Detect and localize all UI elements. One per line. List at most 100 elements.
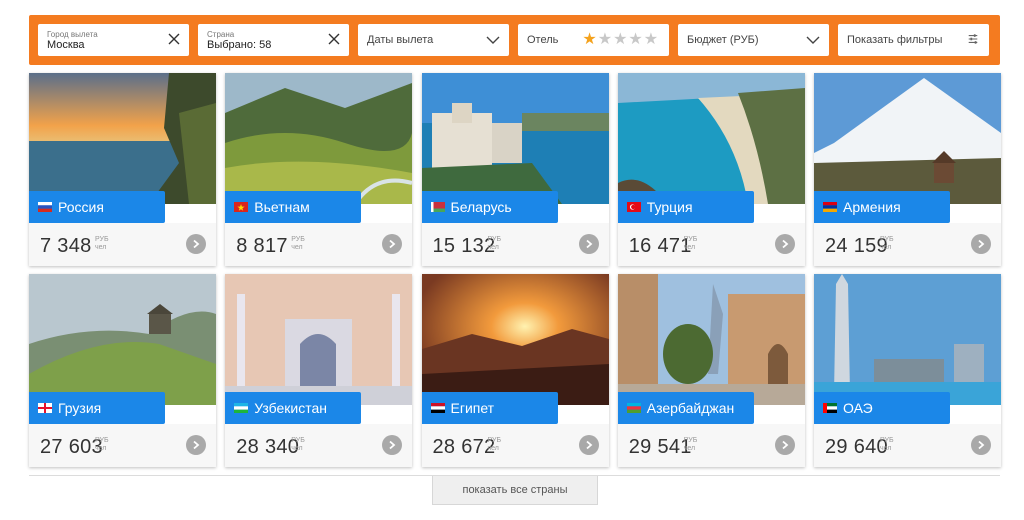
belarus-flag [430, 202, 445, 212]
country-field[interactable]: Страна Выбрано: 58 [198, 24, 349, 56]
destination-photo [29, 73, 216, 204]
destination-label[interactable]: Вьетнам [225, 191, 362, 223]
departure-dates-dropdown[interactable]: Даты вылета [358, 24, 509, 56]
azerbaijan-flag [626, 403, 641, 413]
per-person-label: чел [880, 445, 892, 452]
georgia-flag [38, 403, 52, 413]
per-person-label: чел [487, 445, 499, 452]
chevron-right-icon [389, 440, 396, 450]
destination-card[interactable]: Вьетнам 8 817 РУБ чел [225, 73, 413, 266]
price-row: 16 471 РУБ чел [617, 223, 805, 266]
price-unit: РУБ чел [95, 236, 109, 252]
country-label: Страна [207, 29, 235, 39]
show-all-countries-button[interactable]: показать все страны [432, 476, 598, 505]
price-row: 7 348 РУБ чел [29, 223, 216, 266]
open-destination-button[interactable] [578, 435, 599, 455]
destination-card[interactable]: Азербайджан 29 541 РУБ чел [617, 274, 805, 467]
currency-label: РУБ [487, 236, 502, 243]
hotel-stars-filter[interactable]: Отель ★ ★ ★ ★ ★ [518, 24, 669, 56]
price-row: 24 159 РУБ чел [814, 223, 1001, 266]
destination-card[interactable]: Узбекистан 28 340 РУБ чел [225, 274, 413, 467]
open-destination-button[interactable] [382, 435, 403, 455]
clear-city-icon[interactable] [167, 32, 181, 46]
budget-dropdown[interactable]: Бюджет (РУБ) [678, 24, 829, 56]
departure-city-label: Город вылета [47, 29, 98, 39]
destination-name: Беларусь [450, 199, 512, 215]
price-unit: РУБ чел [880, 236, 894, 252]
price-unit: РУБ чел [488, 437, 502, 453]
price-unit: РУБ чел [291, 236, 305, 252]
open-destination-button[interactable] [774, 435, 795, 455]
turkey-flag [626, 202, 641, 212]
destination-label[interactable]: Россия [29, 191, 165, 223]
open-destination-button[interactable] [774, 234, 795, 254]
show-filters-label: Показать фильтры [847, 34, 943, 46]
destination-card[interactable]: Египет 28 672 РУБ чел [421, 274, 609, 467]
destination-card[interactable]: Армения 24 159 РУБ чел [814, 73, 1001, 266]
currency-label: РУБ [95, 437, 109, 444]
show-filters-button[interactable]: Показать фильтры [838, 24, 989, 56]
price-value: 24 159 [825, 235, 888, 257]
destination-photo [225, 73, 413, 204]
price-row: 29 640 РУБ чел [814, 424, 1001, 467]
star-icon[interactable]: ★ [644, 32, 658, 48]
per-person-label: чел [683, 445, 696, 452]
destination-photo [225, 274, 413, 405]
destination-photo [421, 73, 609, 204]
destination-label[interactable]: Египет [421, 392, 558, 424]
clear-country-icon[interactable] [327, 32, 341, 46]
open-destination-button[interactable] [578, 234, 599, 254]
destination-label[interactable]: Узбекистан [225, 392, 362, 424]
chevron-right-icon [585, 440, 592, 450]
destination-name: Вьетнам [254, 199, 310, 215]
per-person-label: чел [95, 244, 107, 251]
star-rating[interactable]: ★ ★ ★ ★ ★ [582, 32, 658, 48]
destination-photo [421, 274, 609, 405]
destination-label[interactable]: Грузия [29, 392, 165, 424]
destination-name: Турция [646, 199, 693, 215]
price-unit: РУБ чел [684, 236, 698, 252]
chevron-right-icon [585, 239, 592, 249]
price-value: 8 817 [236, 235, 288, 257]
price-row: 29 541 РУБ чел [617, 424, 805, 467]
destination-label[interactable]: Беларусь [421, 191, 558, 223]
star-icon[interactable]: ★ [613, 32, 627, 48]
destination-grid: Россия 7 348 РУБ чел Вьетнам 8 817 РУБ чел [29, 73, 1001, 467]
price-value: 27 603 [40, 436, 103, 458]
chevron-right-icon [782, 239, 789, 249]
destination-photo [617, 274, 805, 405]
search-filter-bar: Город вылета Москва Страна Выбрано: 58 Д… [29, 15, 1000, 65]
departure-city-field[interactable]: Город вылета Москва [38, 24, 189, 56]
destination-card[interactable]: ОАЭ 29 640 РУБ чел [814, 274, 1001, 467]
per-person-label: чел [683, 244, 696, 251]
chevron-down-icon [806, 36, 820, 44]
open-destination-button[interactable] [971, 234, 991, 254]
vietnam-flag [234, 202, 249, 212]
destination-label[interactable]: Турция [617, 191, 754, 223]
open-destination-button[interactable] [186, 234, 206, 254]
destination-card[interactable]: Турция 16 471 РУБ чел [617, 73, 805, 266]
open-destination-button[interactable] [186, 435, 206, 455]
star-icon[interactable]: ★ [598, 32, 612, 48]
destination-name: Египет [450, 400, 495, 416]
destination-label[interactable]: Армения [814, 191, 950, 223]
open-destination-button[interactable] [971, 435, 991, 455]
price-value: 7 348 [40, 235, 92, 257]
price-unit: РУБ чел [95, 437, 109, 453]
price-value: 29 541 [628, 436, 692, 458]
destination-card[interactable]: Россия 7 348 РУБ чел [29, 73, 216, 266]
destination-name: Россия [58, 199, 104, 215]
chevron-right-icon [978, 239, 985, 249]
star-icon[interactable]: ★ [628, 32, 642, 48]
destination-card[interactable]: Беларусь 15 132 РУБ чел [421, 73, 609, 266]
destination-label[interactable]: ОАЭ [814, 392, 950, 424]
open-destination-button[interactable] [382, 234, 403, 254]
destination-name: Узбекистан [254, 400, 327, 416]
destination-name: Грузия [58, 400, 102, 416]
per-person-label: чел [487, 244, 499, 251]
price-row: 28 340 РУБ чел [225, 424, 413, 467]
destination-card[interactable]: Грузия 27 603 РУБ чел [29, 274, 216, 467]
star-icon[interactable]: ★ [582, 32, 596, 48]
destination-label[interactable]: Азербайджан [617, 392, 754, 424]
uzbekistan-flag [234, 403, 249, 413]
